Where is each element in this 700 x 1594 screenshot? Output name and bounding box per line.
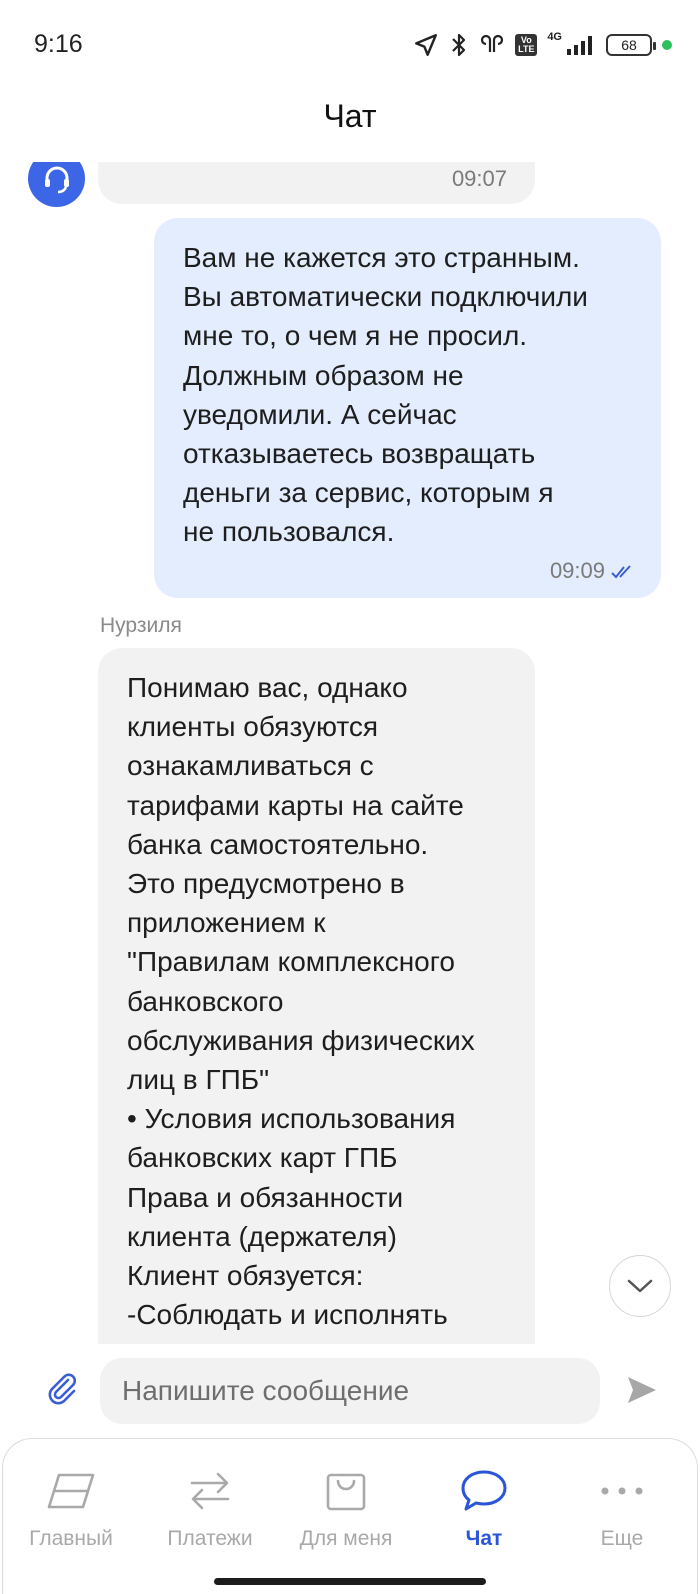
message-line: "Правилам комплексного xyxy=(127,946,455,978)
message-bubble-incoming: Понимаю вас, однако клиенты обязуются оз… xyxy=(98,648,535,1344)
page-title: Чат xyxy=(323,98,377,134)
read-checkmarks-icon xyxy=(611,565,635,579)
message-line: Это предусмотрено в xyxy=(127,868,405,900)
message-line: банка самостоятельно. xyxy=(127,828,429,860)
nav-label: Еще xyxy=(600,1527,644,1550)
nav-item-for-me[interactable]: Для меня xyxy=(276,1439,416,1569)
message-line: Понимаю вас, однако xyxy=(127,672,408,703)
status-icons: Vo LTE 4G 68 xyxy=(413,28,672,62)
more-dots-icon xyxy=(595,1467,649,1515)
message-line: приложением к xyxy=(127,907,326,939)
home-indicator[interactable] xyxy=(214,1578,486,1585)
message-time: 09:07 xyxy=(451,166,507,191)
signal-bars-icon xyxy=(566,34,596,56)
attach-button[interactable] xyxy=(40,1366,84,1410)
nav-item-chat[interactable]: Чат xyxy=(414,1439,554,1569)
message-line: мне то, о чем я не просил. xyxy=(183,320,528,352)
message-input[interactable] xyxy=(100,1358,600,1424)
transfer-arrows-icon xyxy=(183,1467,237,1515)
sender-name: Нурзиля xyxy=(100,614,182,637)
nav-item-payments[interactable]: Платежи xyxy=(140,1439,280,1569)
nav-label: Чат xyxy=(465,1527,503,1550)
nav-label: Для меня xyxy=(299,1527,393,1550)
network-type: 4G xyxy=(547,31,562,43)
message-bubble-outgoing: Вам не кажется это странным. Вы автомати… xyxy=(154,218,661,598)
nav-item-more[interactable]: Еще xyxy=(552,1439,692,1569)
send-arrow-icon xyxy=(625,1374,659,1406)
message-line: ознакамливаться с xyxy=(127,750,374,782)
message-line: клиенты обязуются xyxy=(127,711,379,743)
status-bar: 9:16 Vo LTE 4G 68 xyxy=(0,0,700,90)
message-line: клиента (держателя) xyxy=(127,1220,397,1252)
chat-header: Чат xyxy=(0,90,700,160)
message-line: тарифами карты на сайте xyxy=(127,789,464,821)
chevron-down-icon xyxy=(627,1278,653,1294)
message-line: не пользовался. xyxy=(183,516,395,548)
message-line: Должным образом не xyxy=(183,359,464,391)
privacy-dot xyxy=(662,40,672,50)
message-line: обслуживания физических xyxy=(127,1024,475,1056)
message-text: Вам не кажется это странным. Вы автомати… xyxy=(183,238,653,552)
message-line: Вы автоматически подключили xyxy=(183,281,588,313)
chat-messages[interactable]: 09:07 Вам не кажется это странным. Вы ав… xyxy=(0,162,700,1344)
message-line: -Соблюдать и исполнять xyxy=(127,1299,448,1331)
chat-bubble-icon xyxy=(457,1467,511,1515)
headset-icon xyxy=(40,162,74,196)
scroll-to-bottom-button[interactable] xyxy=(609,1255,671,1317)
nav-label: Платежи xyxy=(167,1527,253,1550)
message-line: Вам не кажется это странным. xyxy=(183,242,580,273)
nav-item-home[interactable]: Главный xyxy=(1,1439,141,1569)
message-line: лиц в ГПБ" xyxy=(127,1064,270,1096)
message-line: уведомили. А сейчас xyxy=(183,398,457,430)
bluetooth-icon xyxy=(449,32,469,58)
support-avatar xyxy=(28,162,85,207)
send-button[interactable] xyxy=(620,1368,664,1412)
location-arrow-icon xyxy=(413,32,439,58)
nav-label: Главный xyxy=(29,1527,113,1550)
volte-badge: Vo LTE xyxy=(515,34,538,56)
status-time: 9:16 xyxy=(34,30,83,58)
message-line: отказываетесь возвращать xyxy=(183,438,536,470)
earbuds-icon xyxy=(479,32,505,58)
message-line: банковского xyxy=(127,985,284,1017)
message-line: Клиент обязуется: xyxy=(127,1260,364,1292)
message-time: 09:09 xyxy=(549,558,605,583)
message-line: банковских карт ГПБ xyxy=(127,1142,398,1174)
message-composer xyxy=(0,1344,700,1434)
bottom-navigation: Главный Платежи Для меня Чат Еще xyxy=(2,1438,698,1594)
message-text: Понимаю вас, однако клиенты обязуются оз… xyxy=(127,668,527,1334)
home-card-icon xyxy=(44,1467,98,1515)
battery-indicator: 68 xyxy=(606,34,656,56)
paperclip-icon xyxy=(44,1370,80,1406)
shopping-bag-icon xyxy=(319,1467,373,1515)
message-line: • Условия использования xyxy=(127,1103,456,1135)
message-bubble-incoming: 09:07 xyxy=(98,162,535,204)
message-line: деньги за сервис, которым я xyxy=(183,477,554,509)
message-line: Права и обязанности xyxy=(127,1181,404,1213)
